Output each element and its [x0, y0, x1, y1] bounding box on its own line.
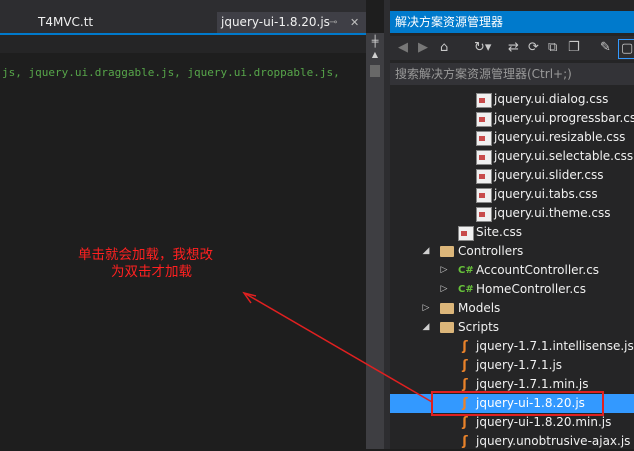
tree-item[interactable]: ʃ jquery-1.7.1.js	[390, 356, 634, 375]
css-file-icon	[476, 131, 492, 146]
tree-item-label: jquery.ui.dialog.css	[494, 92, 609, 106]
close-icon[interactable]: ✕	[350, 12, 359, 33]
split-icon[interactable]: ╪	[368, 36, 382, 47]
tree-item[interactable]: jquery.ui.tabs.css	[390, 185, 634, 204]
tree-item[interactable]: jquery.ui.theme.css	[390, 204, 634, 223]
tree-item-label: jquery.ui.slider.css	[494, 168, 604, 182]
sync-icon[interactable]: ⇄	[508, 39, 519, 57]
collapse-icon[interactable]: ⧉	[548, 39, 557, 57]
js-file-icon: ʃ	[462, 377, 468, 392]
css-file-icon	[476, 112, 492, 127]
css-file-icon	[476, 188, 492, 203]
preview-icon[interactable]: ▢	[618, 39, 634, 59]
csharp-file-icon: C#	[458, 284, 474, 295]
refresh-icon[interactable]: ⟳	[528, 39, 539, 57]
tree-item-label: jquery.ui.theme.css	[494, 206, 611, 220]
highlight-box	[431, 391, 604, 416]
tree-item-label: AccountController.cs	[476, 263, 600, 277]
csharp-file-icon: C#	[458, 265, 474, 276]
vertical-scrollbar[interactable]	[366, 33, 384, 449]
tree-item[interactable]: jquery.ui.progressbar.css	[390, 109, 634, 128]
properties-icon[interactable]: ✎	[600, 39, 611, 57]
back-icon[interactable]: ◀	[398, 39, 408, 57]
js-file-icon: ʃ	[462, 339, 468, 354]
tree-item-label: Controllers	[458, 244, 524, 258]
tree-item-label: jquery.unobtrusive-ajax.js	[476, 434, 631, 448]
js-file-icon: ʃ	[462, 358, 468, 373]
search-input[interactable]: 搜索解决方案资源管理器(Ctrl+;)	[390, 63, 634, 85]
tree-item-label: jquery.ui.resizable.css	[494, 130, 626, 144]
tree-item-label: Site.css	[476, 225, 522, 239]
tree-item[interactable]: jquery.ui.resizable.css	[390, 128, 634, 147]
tree-item[interactable]: ◢ Scripts	[390, 318, 634, 337]
expand-arrow-icon[interactable]: ▷	[420, 299, 432, 318]
tab-jquery-ui[interactable]: jquery-ui-1.8.20.js ⊸ ✕	[217, 12, 366, 33]
tree-item[interactable]: ▷ C# HomeController.cs	[390, 280, 634, 299]
folder-icon	[440, 246, 454, 257]
expand-arrow-icon[interactable]: ▷	[438, 261, 450, 280]
css-file-icon	[476, 150, 492, 165]
tree-item[interactable]: ʃ jquery-1.7.1.intellisense.js	[390, 337, 634, 356]
tree-item[interactable]: ◢ Controllers	[390, 242, 634, 261]
tree-item[interactable]: ʃ jquery.unobtrusive-ajax.js	[390, 432, 634, 451]
tree-item-label: Scripts	[458, 320, 500, 334]
tree-item[interactable]: jquery.ui.dialog.css	[390, 90, 634, 109]
expand-arrow-icon[interactable]: ▷	[438, 280, 450, 299]
solution-explorer-title: 解决方案资源管理器	[390, 11, 634, 33]
history-icon[interactable]: ↻▾	[474, 39, 491, 57]
show-all-files-icon[interactable]: ❐	[568, 39, 580, 57]
annotation-line-2: 为双击才加载	[111, 264, 192, 280]
tree-item[interactable]: ▷ C# AccountController.cs	[390, 261, 634, 280]
tab-t4mvc[interactable]: T4MVC.tt	[38, 12, 93, 33]
tree-item-label: jquery-1.7.1.intellisense.js	[476, 339, 634, 353]
css-file-icon	[458, 226, 474, 241]
forward-icon[interactable]: ▶	[418, 39, 428, 57]
js-file-icon: ʃ	[462, 434, 468, 449]
collapse-arrow-icon[interactable]: ◢	[420, 318, 432, 337]
tab-label: jquery-ui-1.8.20.js	[221, 15, 330, 29]
code-line: js, jquery.ui.draggable.js, jquery.ui.dr…	[2, 66, 340, 79]
tree-item-label: jquery.ui.tabs.css	[494, 187, 598, 201]
annotation-line-1: 单击就会加载，我想改	[78, 247, 213, 263]
scroll-up-icon[interactable]: ▲	[368, 50, 382, 60]
navigation-bar	[0, 35, 366, 53]
tree-item-label: Models	[458, 301, 501, 315]
folder-icon	[440, 322, 454, 333]
pin-icon[interactable]: ⊸	[329, 12, 337, 33]
scroll-thumb[interactable]	[370, 65, 380, 77]
tree-item-label: HomeController.cs	[476, 282, 587, 296]
tree-item[interactable]: jquery.ui.slider.css	[390, 166, 634, 185]
solution-explorer-toolbar: ◀ ▶ ⌂ ↻▾ ⇄ ⟳ ⧉ ❐ ✎ ▢	[390, 36, 634, 60]
folder-icon	[440, 303, 454, 314]
tree-item-label: jquery-1.7.1.js	[476, 358, 563, 372]
tree-item[interactable]: jquery.ui.selectable.css	[390, 147, 634, 166]
js-file-icon: ʃ	[462, 415, 468, 430]
css-file-icon	[476, 169, 492, 184]
home-icon[interactable]: ⌂	[440, 39, 448, 57]
tree-item[interactable]: ▷ Models	[390, 299, 634, 318]
annotation-text: 单击就会加载，我想改 为双击才加载	[78, 247, 258, 281]
tree-item-label: jquery.ui.selectable.css	[494, 149, 634, 163]
css-file-icon	[476, 93, 492, 108]
tree-item[interactable]: Site.css	[390, 223, 634, 242]
collapse-arrow-icon[interactable]: ◢	[420, 242, 432, 261]
css-file-icon	[476, 207, 492, 222]
tree-item-label: jquery.ui.progressbar.css	[494, 111, 634, 125]
